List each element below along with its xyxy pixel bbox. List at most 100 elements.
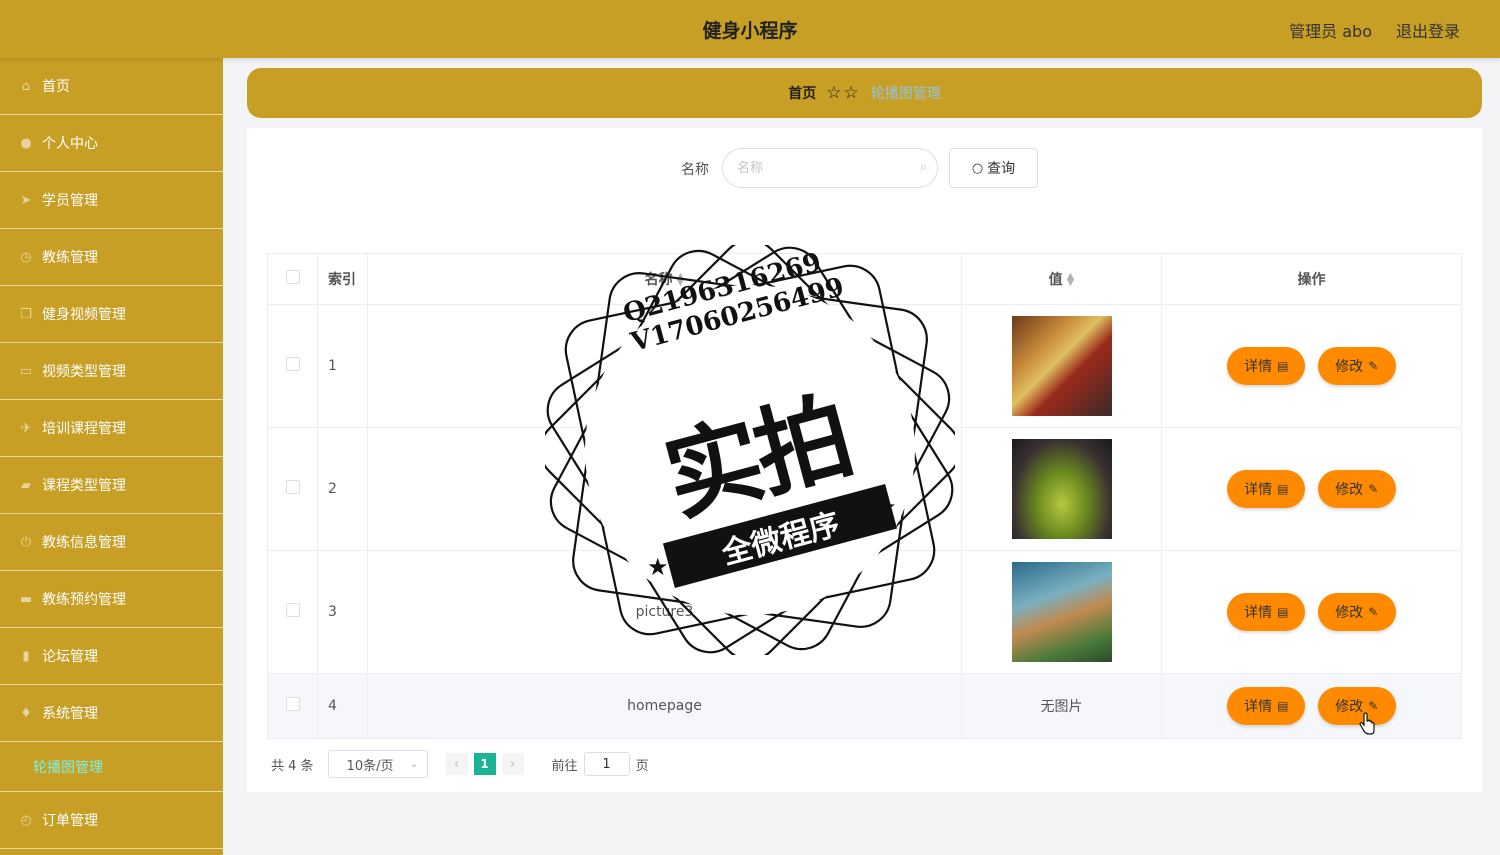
table-row: 2 picture2 详情 ▤ 修改 ✎ — [267, 427, 1462, 551]
sidebar-item-label: 学员管理 — [42, 193, 98, 209]
main-content: 名称 ⌕ ○ 查询 索引 名称▲▼ 值▲▼ 操作 1 picture1 — [247, 128, 1482, 792]
chevron-right-icon: › — [510, 757, 515, 771]
edit-button-label: 修改 — [1335, 605, 1364, 621]
logout-link[interactable]: 退出登录 — [1396, 18, 1460, 42]
detail-button[interactable]: 详情 ▤ — [1227, 593, 1306, 631]
sidebar-item-orders[interactable]: ◴ 订单管理 — [0, 792, 223, 849]
admin-user-label: 管理员 abo — [1289, 22, 1372, 41]
page-size-select[interactable]: 10条/页 ⌄ — [327, 750, 428, 778]
row-value: 无图片 — [961, 673, 1162, 739]
sort-icon[interactable]: ▲ ▼ — [1067, 272, 1075, 288]
sidebar-item-video-types[interactable]: ▭ 视频类型管理 — [0, 343, 223, 400]
send-icon: ➤ — [20, 192, 32, 208]
breadcrumb: 首页 ☆☆ 轮播图管理 — [247, 68, 1482, 118]
row-checkbox[interactable] — [285, 697, 300, 711]
select-all-checkbox[interactable] — [285, 270, 300, 284]
sort-icon[interactable]: ▲ ▼ — [677, 272, 685, 288]
row-name: picture1 — [367, 304, 962, 428]
detail-button[interactable]: 详情 ▤ — [1227, 687, 1306, 725]
value-header[interactable]: 值 ▲ ▼ — [961, 253, 1162, 305]
row-checkbox[interactable] — [285, 480, 300, 494]
sidebar-item-coaches[interactable]: ◷ 教练管理 — [0, 229, 223, 286]
sidebar-item-coach-booking[interactable]: ▬ 教练预约管理 — [0, 571, 223, 628]
edit-button[interactable]: 修改 ✎ — [1317, 687, 1396, 725]
user-icon: ● — [20, 135, 32, 151]
document-icon: ▤ — [1277, 482, 1289, 496]
table-row: 3 picture3 详情 ▤ 修改 ✎ — [267, 550, 1462, 674]
chevron-down-icon: ⌄ — [409, 757, 419, 770]
detail-button[interactable]: 详情 ▤ — [1227, 347, 1306, 385]
sidebar: ⌂ 首页 ● 个人中心 ➤ 学员管理 ◷ 教练管理 ❐ 健身视频管理 ▭ 视频类… — [0, 58, 223, 855]
row-name: homepage — [367, 673, 962, 739]
sidebar-item-label: 健身视频管理 — [42, 307, 126, 323]
carousel-image[interactable] — [1011, 316, 1112, 416]
row-index: 2 — [317, 427, 368, 551]
sidebar-item-home[interactable]: ⌂ 首页 — [0, 58, 223, 115]
detail-button[interactable]: 详情 ▤ — [1227, 470, 1306, 508]
sidebar-item-coach-info[interactable]: ⏻ 教练信息管理 — [0, 514, 223, 571]
search-input[interactable] — [737, 160, 907, 176]
pagination-total: 共 4 条 — [271, 758, 314, 774]
sidebar-subitem-carousel[interactable]: 轮播图管理 — [0, 742, 223, 792]
search-icon: ○ — [971, 160, 984, 176]
row-ops: 详情 ▤ 修改 ✎ — [1161, 673, 1462, 739]
edit-button-label: 修改 — [1335, 482, 1364, 498]
sidebar-item-students[interactable]: ➤ 学员管理 — [0, 172, 223, 229]
sidebar-item-fitness-videos[interactable]: ❐ 健身视频管理 — [0, 286, 223, 343]
chat-icon: ▬ — [19, 591, 33, 607]
page-size-value: 10条/页 — [346, 758, 394, 774]
goto-page-input[interactable] — [583, 752, 630, 776]
table-header-row: 索引 名称 ▲ ▼ 值 ▲ ▼ 操作 — [267, 253, 1462, 305]
row-ops: 详情 ▤ 修改 ✎ — [1161, 427, 1462, 551]
carousel-image[interactable] — [1011, 439, 1112, 539]
detail-button-label: 详情 — [1244, 605, 1273, 621]
page-suffix: 页 — [635, 758, 649, 774]
edit-button-label: 修改 — [1335, 699, 1364, 715]
document-icon: ▤ — [1277, 359, 1289, 373]
sidebar-item-system[interactable]: ♦ 系统管理 — [0, 685, 223, 742]
name-header[interactable]: 名称 ▲ ▼ — [367, 253, 962, 305]
row-ops: 详情 ▤ 修改 ✎ — [1161, 304, 1462, 428]
sidebar-item-personal-center[interactable]: ● 个人中心 — [0, 115, 223, 172]
query-button[interactable]: ○ 查询 — [949, 148, 1038, 188]
row-value — [961, 304, 1162, 428]
search-field[interactable]: ⌕ — [722, 148, 938, 188]
row-index: 1 — [317, 304, 368, 428]
row-check-cell — [267, 550, 318, 674]
prev-page-button[interactable]: ‹ — [445, 753, 468, 775]
breadcrumb-home[interactable]: 首页 — [788, 83, 816, 103]
edit-button-label: 修改 — [1335, 359, 1364, 375]
sidebar-item-forum[interactable]: ▮ 论坛管理 — [0, 628, 223, 685]
sidebar-item-label: 首页 — [42, 79, 70, 95]
edit-button[interactable]: 修改 ✎ — [1317, 470, 1396, 508]
chevron-left-icon: ‹ — [454, 757, 459, 771]
sidebar-item-label: 培训课程管理 — [42, 421, 126, 437]
row-check-cell — [267, 427, 318, 551]
edit-button[interactable]: 修改 ✎ — [1317, 347, 1396, 385]
timer-icon: ◷ — [20, 249, 32, 265]
next-page-button[interactable]: › — [501, 753, 524, 775]
sidebar-item-label: 教练预约管理 — [42, 592, 126, 608]
top-header: 健身小程序 管理员 abo 退出登录 — [0, 0, 1500, 58]
edit-button[interactable]: 修改 ✎ — [1317, 593, 1396, 631]
star-separator-icon: ☆☆ — [826, 83, 861, 103]
row-index: 3 — [317, 550, 368, 674]
sidebar-item-training-courses[interactable]: ✈ 培训课程管理 — [0, 400, 223, 457]
row-name: picture2 — [367, 427, 962, 551]
pencil-icon: ✎ — [1368, 699, 1379, 713]
row-checkbox[interactable] — [285, 357, 300, 371]
page-number-active[interactable]: 1 — [473, 753, 496, 775]
message-icon: ▭ — [19, 363, 33, 379]
detail-button-label: 详情 — [1244, 699, 1273, 715]
row-ops: 详情 ▤ 修改 ✎ — [1161, 550, 1462, 674]
select-all-cell — [267, 253, 318, 305]
query-button-label: 查询 — [987, 161, 1016, 177]
sidebar-item-course-types[interactable]: ▰ 课程类型管理 — [0, 457, 223, 514]
carousel-image[interactable] — [1011, 562, 1112, 662]
row-checkbox[interactable] — [285, 603, 300, 617]
index-header: 索引 — [317, 253, 368, 305]
data-table: 索引 名称 ▲ ▼ 值 ▲ ▼ 操作 1 picture1 详情 ▤ 修改 ✎ 2 pict… — [267, 253, 1462, 739]
power-icon: ⏻ — [20, 534, 32, 550]
breadcrumb-current: 轮播图管理 — [870, 86, 941, 102]
table-row: 4 homepage 无图片 详情 ▤ 修改 ✎ — [267, 673, 1462, 739]
